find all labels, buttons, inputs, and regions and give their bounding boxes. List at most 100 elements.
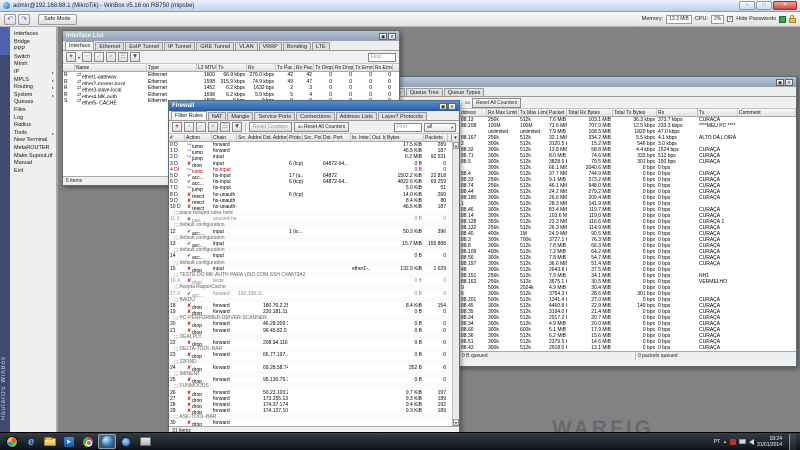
column-header-total-rx-bytes[interactable]: Total Rx Bytes bbox=[567, 109, 613, 116]
tab-interface[interactable]: Interface bbox=[65, 41, 94, 50]
tab-filter-rules[interactable]: Filter Rules bbox=[171, 111, 207, 120]
comment-button[interactable]: ☰ bbox=[118, 52, 128, 62]
action-center-icon[interactable] bbox=[730, 439, 736, 445]
firewall-find-box[interactable]: Find bbox=[394, 123, 422, 132]
firewall-window-title-bar[interactable]: Firewall ▣ ✕ bbox=[169, 101, 459, 111]
tab-queue-types[interactable]: Queue Types bbox=[444, 88, 485, 96]
firewall-filter-dropdown[interactable]: all▾ bbox=[424, 123, 456, 132]
sidebar-item-system[interactable]: System▸ bbox=[10, 92, 56, 100]
sidebar-item-ip[interactable]: IP▸ bbox=[10, 69, 56, 77]
sidebar-item-metarouter[interactable]: MetaROUTER bbox=[10, 145, 56, 153]
filter-icon[interactable]: ▼ bbox=[130, 52, 140, 62]
disable-button[interactable]: ✕ bbox=[106, 52, 116, 62]
tab-connections[interactable]: Connections bbox=[296, 112, 335, 120]
sidebar-item-radius[interactable]: Radius bbox=[10, 122, 56, 130]
sidebar-item-mpls[interactable]: MPLS▸ bbox=[10, 77, 56, 85]
sidebar-item-make-supout-rif[interactable]: Make Supout.rif bbox=[10, 153, 56, 161]
queue-restore-icon[interactable]: ▣ bbox=[776, 79, 784, 86]
interface-restore-icon[interactable]: ▣ bbox=[379, 33, 387, 40]
reset-counters-button[interactable]: Reset Counters bbox=[249, 122, 292, 132]
remove-button[interactable]: − bbox=[82, 52, 92, 62]
column-header-rx[interactable]: Rx bbox=[247, 64, 276, 71]
tab-layer7-protocols[interactable]: Layer7 Protocols bbox=[378, 112, 427, 120]
queue-reset-all-counters-button[interactable]: Reset All Counters bbox=[472, 98, 521, 108]
tab-vlan[interactable]: VLAN bbox=[235, 42, 257, 50]
column-header-rx[interactable]: Rx bbox=[657, 109, 698, 116]
tab-queue-tree[interactable]: Queue Tree bbox=[406, 88, 443, 96]
tab-mangle[interactable]: Mangle bbox=[227, 112, 253, 120]
sidebar-item-exit[interactable]: Exit bbox=[10, 168, 56, 176]
column-header-rx-pac[interactable]: Rx Pac... bbox=[295, 64, 314, 71]
column-header-tx-max-limit[interactable]: Tx Max Limit bbox=[519, 109, 548, 116]
column-header-flags[interactable]: # bbox=[169, 134, 185, 141]
sidebar-item-tools[interactable]: Tools▸ bbox=[10, 130, 56, 138]
queue-close-icon[interactable]: ✕ bbox=[785, 79, 793, 86]
firewall-comment-button[interactable]: ☰ bbox=[220, 122, 230, 132]
column-header-src-port[interactable]: Src. Port bbox=[303, 134, 322, 141]
sidebar-item-manual[interactable]: Manual bbox=[10, 160, 56, 168]
column-header-type[interactable]: Type bbox=[147, 64, 197, 71]
sidebar-item-ppp[interactable]: PPP bbox=[10, 46, 56, 54]
start-orb-icon[interactable] bbox=[3, 434, 21, 449]
winbox-icon[interactable] bbox=[98, 434, 116, 449]
volume-icon[interactable] bbox=[749, 439, 754, 445]
column-header-ddress[interactable]: ddress bbox=[460, 109, 487, 116]
tab-ip-tunnel[interactable]: IP Tunnel bbox=[164, 42, 195, 50]
firewall-scrollbar[interactable]: ▲ ▼ bbox=[452, 142, 459, 426]
column-header-tx[interactable]: Tx bbox=[217, 64, 247, 71]
enable-button[interactable]: ✓ bbox=[94, 52, 104, 62]
sidebar-item-routing[interactable]: Routing▸ bbox=[10, 84, 56, 92]
column-header-in-inter[interactable]: In. Inter... bbox=[351, 134, 371, 141]
taskbar-clock[interactable]: 18:2431/01/2014 bbox=[757, 436, 782, 448]
column-header-proto[interactable]: Proto... bbox=[288, 134, 303, 141]
media-player-icon[interactable]: ▶ bbox=[60, 434, 78, 449]
column-header-total-tx-bytes[interactable]: Total Tx Bytes bbox=[613, 109, 657, 116]
column-header-flags[interactable] bbox=[63, 64, 75, 71]
column-header-rx-drops[interactable]: Rx Drops bbox=[334, 64, 354, 71]
sidebar-item-new-terminal[interactable]: New Terminal bbox=[10, 137, 56, 145]
firewall-remove-button[interactable]: − bbox=[184, 122, 194, 132]
sidebar-item-log[interactable]: Log bbox=[10, 115, 56, 123]
maximize-button[interactable]: □ bbox=[756, 1, 772, 10]
sidebar-item-switch[interactable]: Switch bbox=[10, 54, 56, 62]
firewall-enable-button[interactable]: ✓ bbox=[196, 122, 206, 132]
file-explorer-icon[interactable] bbox=[41, 434, 59, 449]
minimize-button[interactable]: – bbox=[739, 1, 755, 10]
column-select-icon[interactable]: ▾ bbox=[451, 134, 459, 142]
column-header-name[interactable]: Name bbox=[75, 64, 147, 71]
column-header-bytes[interactable]: Bytes bbox=[386, 134, 424, 141]
safe-mode-button[interactable]: Safe Mode bbox=[38, 14, 77, 25]
tab-ethernet[interactable]: Ethernet bbox=[95, 42, 124, 50]
scroll-up-icon[interactable]: ▲ bbox=[453, 142, 459, 149]
network-globe-icon[interactable] bbox=[117, 434, 135, 449]
sidebar-item-bridge[interactable]: Bridge bbox=[10, 39, 56, 47]
tab-vrrp[interactable]: VRRP bbox=[259, 42, 282, 50]
close-button[interactable]: ✕ bbox=[773, 1, 797, 10]
sidebar-item-interfaces[interactable]: Interfaces bbox=[10, 31, 56, 39]
tab-lte[interactable]: LTE bbox=[312, 42, 330, 50]
chrome-icon[interactable] bbox=[79, 434, 97, 449]
interface-table-header[interactable]: NameTypeL2 MTUTxRxTx Pac...Rx Pac...Tx D… bbox=[63, 64, 399, 72]
column-header-chain[interactable]: Chain bbox=[212, 134, 237, 141]
interface-find-box[interactable]: Find bbox=[368, 53, 396, 62]
tab-nat[interactable]: NAT bbox=[208, 112, 227, 120]
redo-icon[interactable]: ↷ bbox=[18, 14, 30, 25]
tab-service-ports[interactable]: Service Ports bbox=[254, 112, 295, 120]
queue-row[interactable]: 88.43300k512k2918.0 KiB13.1 MiB0 bps0 bp… bbox=[460, 345, 796, 351]
tab-address-lists[interactable]: Address Lists bbox=[336, 112, 377, 120]
add-dropdown-icon[interactable]: ▾ bbox=[78, 55, 80, 60]
column-header-action[interactable]: Action bbox=[185, 134, 212, 141]
column-header-src-address[interactable]: Src. Address bbox=[237, 134, 262, 141]
column-header-packets[interactable]: Packets bbox=[424, 134, 448, 141]
hide-passwords-checkbox[interactable]: ✓ bbox=[727, 16, 733, 22]
firewall-disable-button[interactable]: ✕ bbox=[208, 122, 218, 132]
column-header-l2-mtu[interactable]: L2 MTU bbox=[197, 64, 217, 71]
sidebar-item-mesh[interactable]: Mesh bbox=[10, 61, 56, 69]
firewall-restore-icon[interactable]: ▣ bbox=[439, 103, 447, 110]
sidebar-item-queues[interactable]: Queues bbox=[10, 99, 56, 107]
reset-all-counters-button[interactable]: oo Reset All Counters bbox=[294, 122, 350, 132]
interface-close-icon[interactable]: ✕ bbox=[388, 33, 396, 40]
firewall-table-header[interactable]: #ActionChainSrc. AddressDst. AddressProt… bbox=[169, 134, 459, 142]
tab-bonding[interactable]: Bonding bbox=[283, 42, 311, 50]
add-button[interactable]: + bbox=[66, 52, 76, 62]
